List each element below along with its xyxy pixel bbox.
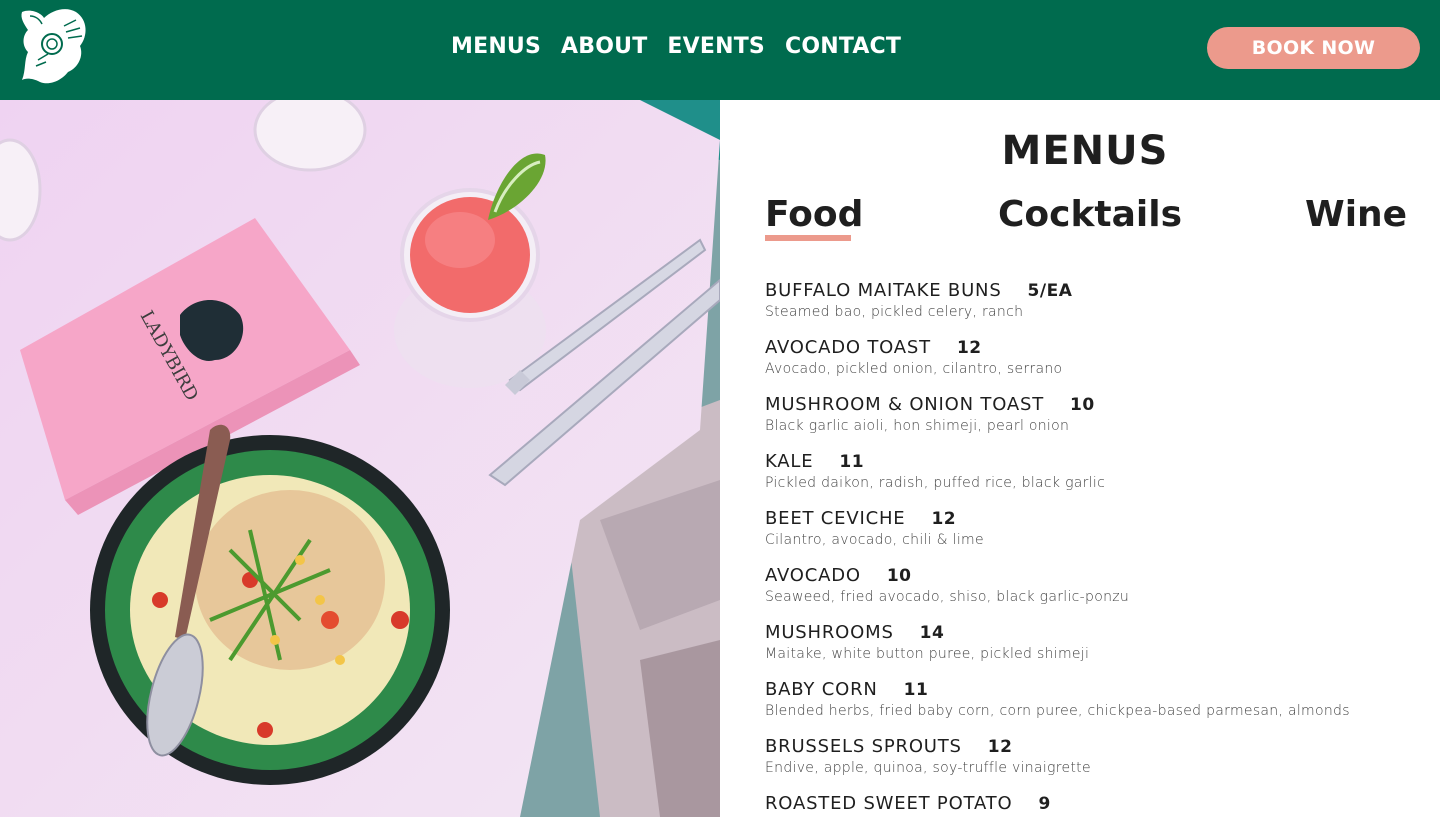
menu-item-name: BABY CORN: [765, 679, 878, 700]
ladybird-logo-icon[interactable]: [18, 6, 90, 86]
menu-item-description: Blended herbs, fried baby corn, corn pur…: [765, 703, 1350, 719]
menu-item: AVOCADO 10 Seaweed, fried avocado, shiso…: [765, 565, 1425, 622]
menu-item-name: KALE: [765, 451, 814, 472]
menu-item-description: Endive, apple, quinoa, soy-truffle vinai…: [765, 760, 1091, 776]
menu-item-name: ROASTED SWEET POTATO: [765, 793, 1013, 814]
menu-item: ROASTED SWEET POTATO 9: [765, 793, 1425, 817]
menu-item: BEET CEVICHE 12 Cilantro, avocado, chili…: [765, 508, 1425, 565]
menu-item-description: Maitake, white button puree, pickled shi…: [765, 646, 1090, 662]
nav-link-contact[interactable]: CONTACT: [785, 33, 901, 61]
menu-item: MUSHROOM & ONION TOAST 10 Black garlic a…: [765, 394, 1425, 451]
nav-link-about[interactable]: ABOUT: [561, 33, 647, 61]
menu-item-price: 5/EA: [1027, 281, 1073, 301]
food-photo-illustration: LADYBIRD: [0, 100, 720, 817]
food-photo: LADYBIRD: [0, 100, 720, 817]
menu-item-price: 9: [1038, 794, 1051, 814]
menu-item-price: 12: [987, 737, 1013, 757]
menu-item: BUFFALO MAITAKE BUNS 5/EA Steamed bao, p…: [765, 280, 1425, 337]
tab-wine[interactable]: Wine: [1305, 192, 1407, 238]
menu-item-price: 11: [903, 680, 929, 700]
menu-item-price: 12: [931, 509, 957, 529]
active-tab-indicator: [765, 235, 851, 241]
menu-item-price: 11: [839, 452, 865, 472]
menu-item-name: BEET CEVICHE: [765, 508, 906, 529]
menu-item: BRUSSELS SPROUTS 12 Endive, apple, quino…: [765, 736, 1425, 793]
nav-link-events[interactable]: EVENTS: [667, 33, 765, 61]
tab-food[interactable]: Food: [765, 192, 863, 238]
menu-item-name: BRUSSELS SPROUTS: [765, 736, 962, 757]
menu-item-description: Steamed bao, pickled celery, ranch: [765, 304, 1024, 320]
menu-panel: MENUS Food Cocktails Wine BUFFALO MAITAK…: [720, 100, 1440, 817]
tab-cocktails[interactable]: Cocktails: [998, 192, 1182, 238]
site-header: MENUS ABOUT EVENTS CONTACT BOOK NOW: [0, 0, 1440, 100]
menu-item-name: MUSHROOMS: [765, 622, 894, 643]
menu-item-price: 10: [886, 566, 912, 586]
menu-item: AVOCADO TOAST 12 Avocado, pickled onion,…: [765, 337, 1425, 394]
food-menu-list: BUFFALO MAITAKE BUNS 5/EA Steamed bao, p…: [765, 280, 1425, 817]
menu-item: KALE 11 Pickled daikon, radish, puffed r…: [765, 451, 1425, 508]
menu-item-name: BUFFALO MAITAKE BUNS: [765, 280, 1002, 301]
menu-item: MUSHROOMS 14 Maitake, white button puree…: [765, 622, 1425, 679]
menu-item-description: Avocado, pickled onion, cilantro, serran…: [765, 361, 1063, 377]
menu-item-description: Seaweed, fried avocado, shiso, black gar…: [765, 589, 1130, 605]
book-now-button[interactable]: BOOK NOW: [1207, 27, 1420, 69]
menu-title: MENUS: [1001, 128, 1169, 174]
main-nav: MENUS ABOUT EVENTS CONTACT: [451, 33, 901, 61]
menu-item-description: Black garlic aioli, hon shimeji, pearl o…: [765, 418, 1070, 434]
menu-item-description: Pickled daikon, radish, puffed rice, bla…: [765, 475, 1106, 491]
menu-item-price: 14: [919, 623, 945, 643]
menu-item: BABY CORN 11 Blended herbs, fried baby c…: [765, 679, 1425, 736]
menu-item-description: Cilantro, avocado, chili & lime: [765, 532, 984, 548]
menu-item-name: AVOCADO: [765, 565, 861, 586]
nav-link-menus[interactable]: MENUS: [451, 33, 541, 61]
menu-item-price: 10: [1070, 395, 1095, 415]
menu-item-name: AVOCADO TOAST: [765, 337, 931, 358]
menu-item-name: MUSHROOM & ONION TOAST: [765, 394, 1044, 415]
menu-item-price: 12: [956, 338, 982, 358]
